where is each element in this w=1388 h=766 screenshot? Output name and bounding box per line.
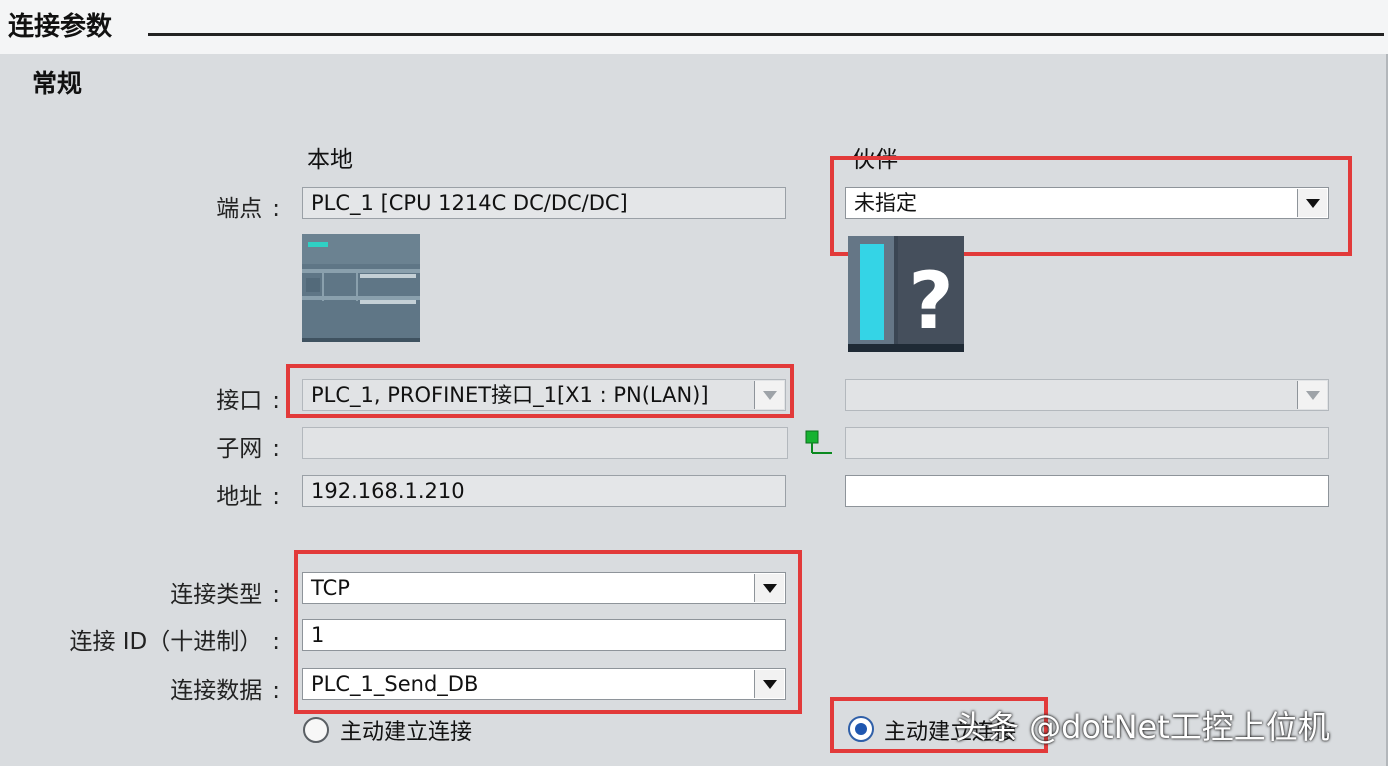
local-subnet-field [302, 427, 788, 459]
conn-id-label: 连接 ID（十进制）: [69, 629, 280, 655]
local-active-connection-label: 主动建立连接 [340, 720, 473, 745]
local-active-connection-radio[interactable] [303, 717, 329, 743]
partner-interface-dropdown[interactable] [845, 379, 1329, 411]
network-node-icon [805, 430, 832, 454]
subnet-label: 子网: [216, 436, 280, 462]
interface-label: 接口: [216, 388, 280, 414]
watermark-text: 头条 @dotNet工控上位机 [955, 708, 1330, 746]
endpoint-label: 端点: [216, 196, 280, 222]
conn-type-label: 连接类型: [170, 582, 280, 608]
local-endpoint-field: PLC_1 [CPU 1214C DC/DC/DC] [302, 187, 786, 219]
unknown-device-icon: ? [848, 236, 964, 352]
page-title: 连接参数 [8, 12, 113, 42]
highlight-connection-settings [294, 550, 802, 714]
partner-subnet-field [845, 427, 1329, 459]
conn-data-label: 连接数据: [170, 678, 280, 704]
question-mark-glyph: ? [908, 257, 953, 347]
chevron-down-icon[interactable] [1297, 381, 1327, 409]
local-address-field: 192.168.1.210 [302, 475, 786, 507]
general-section-title: 常规 [32, 69, 83, 98]
title-divider [148, 33, 1384, 36]
partner-address-input[interactable] [845, 475, 1329, 507]
highlight-local-interface [286, 364, 794, 418]
plc-device-icon [302, 234, 420, 342]
local-column-heading: 本地 [307, 147, 353, 173]
address-label: 地址: [216, 484, 280, 510]
title-bar: 连接参数 [0, 0, 1388, 54]
